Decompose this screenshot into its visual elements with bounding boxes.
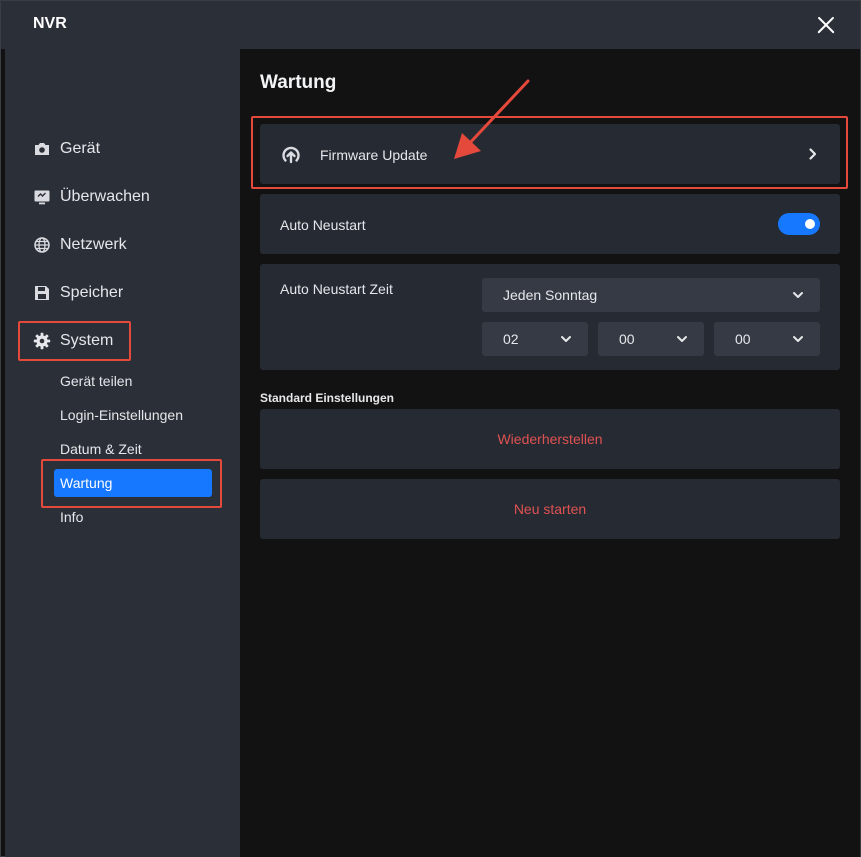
globe-icon	[33, 236, 51, 254]
monitor-icon	[33, 188, 51, 206]
sidebar-subitem-datum-zeit[interactable]: Datum & Zeit	[54, 435, 212, 463]
sidebar-subitem-wartung[interactable]: Wartung	[54, 469, 212, 497]
close-icon[interactable]	[812, 11, 840, 39]
sidebar-subitem-info[interactable]: Info	[54, 503, 212, 531]
auto-restart-toggle[interactable]	[778, 213, 820, 235]
sidebar-item-geraet[interactable]: Gerät	[21, 134, 221, 164]
section-label-defaults: Standard Einstellungen	[260, 391, 395, 405]
restart-day-value: Jeden Sonntag	[503, 287, 598, 303]
auto-restart-label: Auto Neustart	[280, 217, 366, 233]
nvr-window: NVR Gerät Überwachen Netzwerk Speicher S…	[0, 0, 861, 857]
restart-second-select[interactable]: 00	[714, 322, 820, 356]
chevron-down-icon	[793, 336, 803, 342]
main-panel: Wartung Firmware Update Auto Neustart Au…	[240, 49, 860, 857]
upload-cloud-icon	[282, 146, 300, 164]
title-bar: NVR	[1, 1, 860, 49]
sidebar-item-system[interactable]: System	[21, 326, 221, 356]
sidebar-item-label: Speicher	[60, 284, 124, 301]
sidebar: Gerät Überwachen Netzwerk Speicher Syste…	[5, 49, 240, 857]
restore-button[interactable]: Wiederherstellen	[260, 409, 840, 469]
floppy-disk-icon	[33, 284, 51, 302]
sidebar-item-ueberwachen[interactable]: Überwachen	[21, 182, 221, 212]
chevron-right-icon	[809, 148, 817, 160]
chevron-down-icon	[793, 292, 803, 298]
sidebar-item-label: Gerät	[60, 140, 101, 157]
gear-icon	[33, 332, 51, 350]
firmware-update-label: Firmware Update	[320, 147, 428, 163]
auto-restart-time-label: Auto Neustart Zeit	[280, 281, 393, 297]
sidebar-item-label: System	[60, 332, 114, 349]
restart-hour-select[interactable]: 02	[482, 322, 588, 356]
chevron-down-icon	[561, 336, 571, 342]
restart-button[interactable]: Neu starten	[260, 479, 840, 539]
chevron-down-icon	[677, 336, 687, 342]
sidebar-item-netzwerk[interactable]: Netzwerk	[21, 230, 221, 260]
sidebar-item-speicher[interactable]: Speicher	[21, 278, 221, 308]
restart-minute-value: 00	[619, 331, 635, 347]
sidebar-subitem-login-einstellungen[interactable]: Login-Einstellungen	[54, 401, 212, 429]
restart-second-value: 00	[735, 331, 751, 347]
restart-day-select[interactable]: Jeden Sonntag	[482, 278, 820, 312]
auto-restart-time-row: Auto Neustart Zeit Jeden Sonntag 02 00 0…	[260, 264, 840, 370]
auto-restart-row: Auto Neustart	[260, 194, 840, 254]
sidebar-item-label: Netzwerk	[60, 236, 127, 253]
sidebar-item-label: Überwachen	[60, 188, 150, 205]
restart-minute-select[interactable]: 00	[598, 322, 704, 356]
app-title: NVR	[33, 15, 67, 32]
restart-hour-value: 02	[503, 331, 519, 347]
camera-icon	[33, 140, 51, 158]
sidebar-subitem-geraet-teilen[interactable]: Gerät teilen	[54, 367, 212, 395]
firmware-update-row[interactable]: Firmware Update	[260, 124, 840, 184]
page-title: Wartung	[260, 72, 337, 93]
